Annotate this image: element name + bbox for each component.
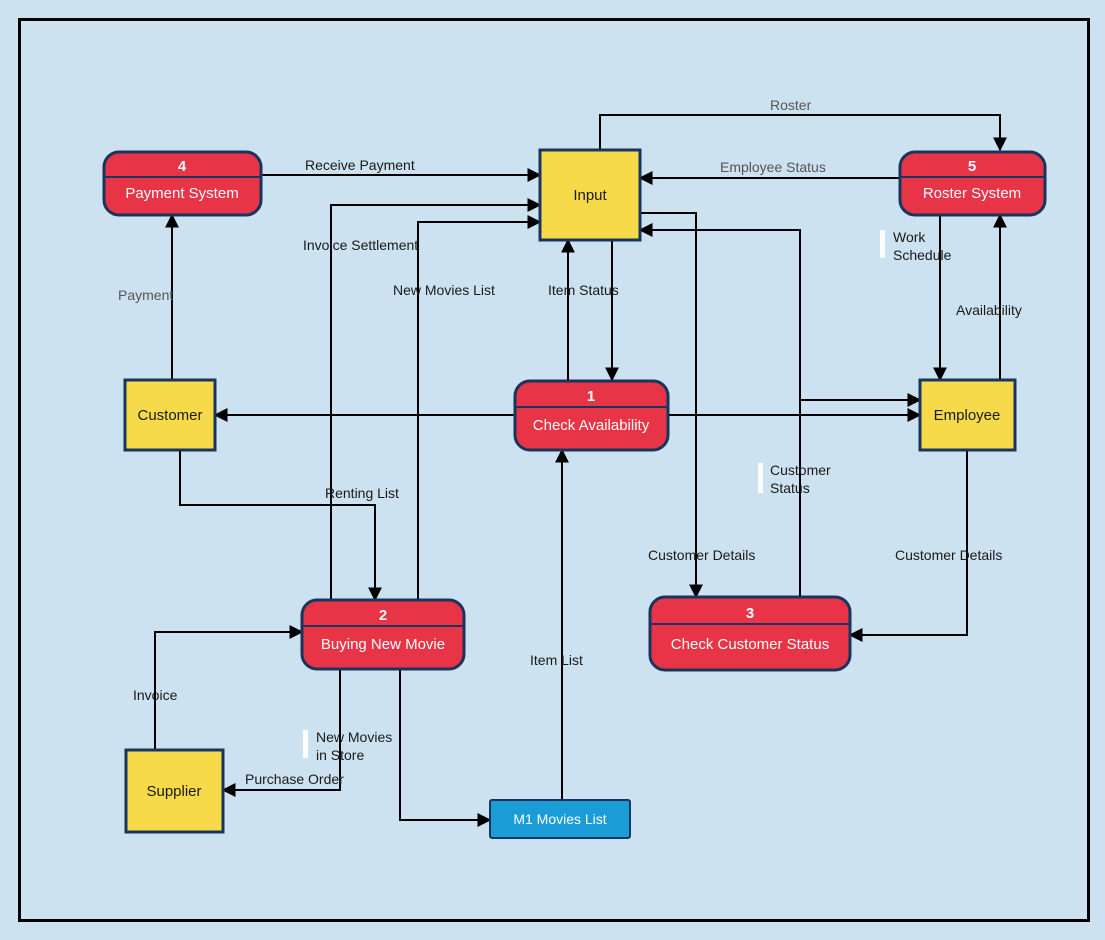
svg-text:M1 Movies List: M1 Movies List [513, 811, 606, 827]
process-payment-system: 4 Payment System [104, 152, 261, 215]
label-item-list: Item List [530, 652, 583, 668]
process-check-availability: 1 Check Availability [515, 381, 668, 450]
label-receive-payment: Receive Payment [305, 157, 415, 173]
svg-text:1: 1 [587, 388, 595, 405]
label-work-schedule-1: Work [893, 229, 926, 245]
svg-text:5: 5 [968, 158, 976, 175]
entity-customer: Customer [125, 380, 215, 450]
svg-text:4: 4 [178, 158, 187, 175]
tick-customer-status [758, 463, 763, 493]
label-purchase-order: Purchase Order [245, 771, 344, 787]
label-work-schedule-2: Schedule [893, 247, 952, 263]
flow-roster [600, 115, 1000, 150]
svg-text:Input: Input [573, 187, 607, 204]
label-customer-status-1: Customer [770, 462, 831, 478]
label-roster: Roster [770, 97, 812, 113]
label-item-status: Item Status [548, 282, 619, 298]
label-payment: Payment [118, 287, 173, 303]
datastore-movies-list: M1 Movies List [490, 800, 630, 838]
label-customer-details-mid: Customer Details [648, 547, 755, 563]
entity-input: Input [540, 150, 640, 240]
entity-employee: Employee [920, 380, 1015, 450]
svg-text:Check Availability: Check Availability [533, 417, 650, 434]
label-new-movies-list: New Movies List [393, 282, 495, 298]
flow-renting-list [180, 450, 375, 600]
svg-text:Employee: Employee [934, 407, 1001, 424]
label-availability: Availability [956, 302, 1022, 318]
svg-text:Check Customer Status: Check Customer Status [671, 636, 829, 653]
tick-work-schedule [880, 230, 885, 258]
label-nmis-1: New Movies [316, 729, 392, 745]
svg-text:Payment System: Payment System [125, 185, 238, 202]
svg-text:Supplier: Supplier [146, 783, 201, 800]
label-customer-status-2: Status [770, 480, 810, 496]
flow-customer-details-right [850, 450, 967, 635]
process-roster-system: 5 Roster System [900, 152, 1045, 215]
svg-text:Buying New Movie: Buying New Movie [321, 636, 445, 653]
svg-text:2: 2 [379, 607, 387, 624]
svg-text:3: 3 [746, 605, 754, 622]
svg-text:Customer: Customer [137, 407, 202, 424]
flow-new-movies-in-store [400, 670, 490, 820]
label-employee-status: Employee Status [720, 159, 826, 175]
process-buying-new-movie: 2 Buying New Movie [302, 600, 464, 669]
svg-text:Roster System: Roster System [923, 185, 1021, 202]
tick-new-movies-in-store [303, 730, 308, 758]
process-check-customer-status: 3 Check Customer Status [650, 597, 850, 670]
label-renting-list: Renting List [325, 485, 399, 501]
label-invoice: Invoice [133, 687, 178, 703]
diagram-canvas: Roster Employee Status Receive Payment I… [0, 0, 1105, 940]
label-customer-details-right: Customer Details [895, 547, 1002, 563]
entity-supplier: Supplier [126, 750, 223, 832]
label-invoice-settlement: Invoice Settlement [303, 237, 418, 253]
flow-invoice-settlement [331, 205, 540, 600]
